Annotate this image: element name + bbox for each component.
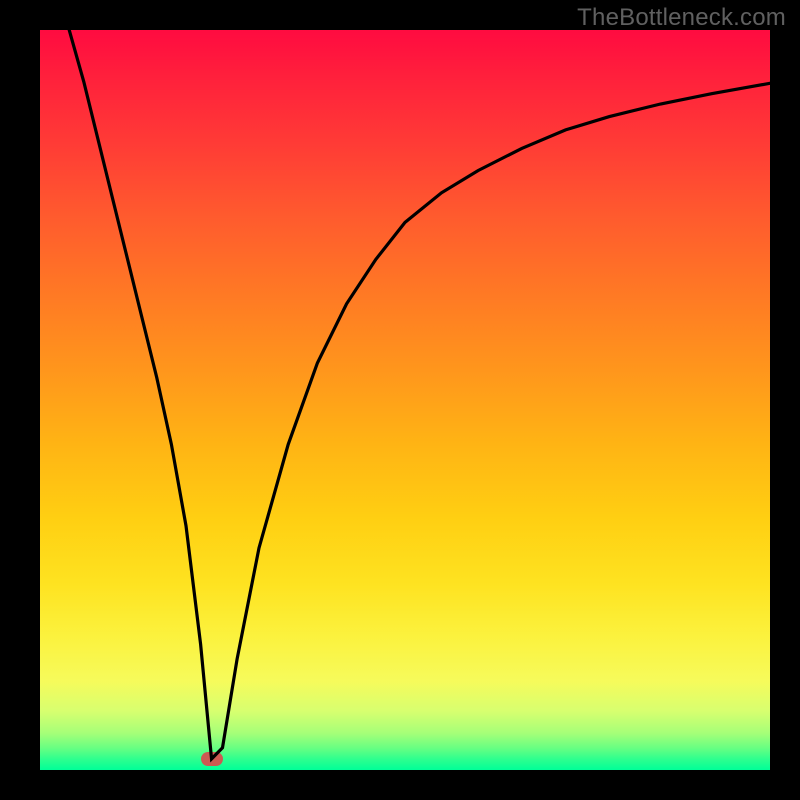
bottleneck-curve — [40, 30, 770, 770]
watermark-text: TheBottleneck.com — [577, 4, 786, 32]
plot-area — [40, 30, 770, 770]
chart-frame: TheBottleneck.com — [0, 0, 800, 800]
